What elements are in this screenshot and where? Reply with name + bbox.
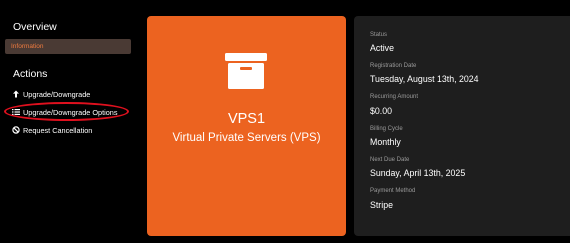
ban-icon (12, 126, 20, 134)
billing-cycle-label: Billing Cycle (370, 126, 403, 132)
next-due-date-label: Next Due Date (370, 157, 410, 163)
next-due-date-value: Sunday, April 13th, 2025 (370, 168, 466, 178)
billing-cycle-value: Monthly (370, 137, 401, 147)
list-icon (12, 108, 20, 116)
sidebar: Overview Information Actions Upgrade/Dow… (0, 0, 140, 243)
sidebar-item-information[interactable]: Information (5, 39, 131, 54)
product-group: Virtual Private Servers (VPS) (172, 132, 321, 144)
upgrade-downgrade-link[interactable]: Upgrade/Downgrade (12, 88, 90, 100)
product-card: VPS1 Virtual Private Servers (VPS) (147, 16, 346, 236)
registration-date-label: Registration Date (370, 63, 417, 69)
registration-date-value: Tuesday, August 13th, 2024 (370, 74, 479, 84)
details-panel: Status Active Registration Date Tuesday,… (354, 16, 570, 236)
upgrade-downgrade-options-label: Upgrade/Downgrade Options (23, 107, 118, 117)
upgrade-downgrade-options-link[interactable]: Upgrade/Downgrade Options (12, 106, 118, 118)
payment-method-label: Payment Method (370, 188, 416, 194)
recurring-amount-value: $0.00 (370, 106, 393, 116)
request-cancellation-link[interactable]: Request Cancellation (12, 124, 92, 136)
upgrade-downgrade-label: Upgrade/Downgrade (23, 89, 91, 99)
status-label: Status (370, 32, 388, 38)
arrow-up-icon (12, 90, 20, 98)
recurring-amount-label: Recurring Amount (370, 94, 419, 100)
request-cancellation-label: Request Cancellation (23, 125, 93, 135)
actions-heading: Actions (13, 68, 48, 80)
product-name: VPS1 (227, 111, 266, 127)
status-value: Active (370, 43, 394, 53)
archive-box-icon (225, 53, 267, 89)
payment-method-value: Stripe (370, 200, 393, 210)
overview-heading: Overview (13, 21, 57, 33)
